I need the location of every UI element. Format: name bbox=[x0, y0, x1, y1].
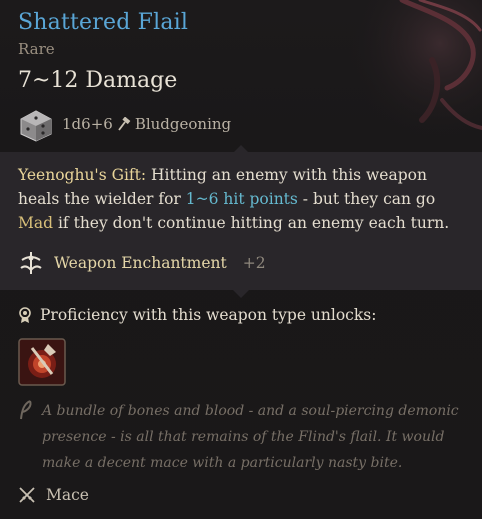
proficiency-action-icon[interactable] bbox=[18, 338, 66, 386]
weapon-type-row: Mace bbox=[18, 486, 89, 504]
damage-dice: 1d6+6 bbox=[62, 115, 113, 133]
damage-summary: 7~12 Damage bbox=[18, 68, 178, 93]
enchantment-bonus: +2 bbox=[242, 254, 266, 272]
damage-detail: 1d6+6 Bludgeoning bbox=[62, 115, 231, 133]
crossed-swords-icon bbox=[19, 487, 35, 503]
flavor-text: A bundle of bones and blood - and a soul… bbox=[42, 403, 459, 471]
enchantment-label: Weapon Enchantment bbox=[54, 254, 227, 272]
passive-text-2: - but they can go bbox=[297, 190, 436, 208]
weapon-type: Mace bbox=[46, 486, 89, 504]
weapon-enchantment-row[interactable]: Weapon Enchantment +2 bbox=[18, 250, 266, 276]
heal-amount[interactable]: 1~6 hit points bbox=[186, 190, 298, 208]
flavor-text-block: A bundle of bones and blood - and a soul… bbox=[18, 398, 468, 476]
proficiency-heading-row: Proficiency with this weapon type unlock… bbox=[18, 306, 376, 324]
hammer-icon bbox=[118, 117, 131, 131]
panel-notch-bottom bbox=[233, 290, 249, 298]
quill-icon bbox=[20, 400, 32, 420]
passive-name: Yeenoghu's Gift: bbox=[18, 166, 147, 184]
d6-die-icon bbox=[20, 110, 52, 142]
damage-type: Bludgeoning bbox=[134, 115, 232, 133]
weapon-artwork bbox=[342, 0, 482, 145]
item-tooltip: Shattered Flail Rare 7~12 Damage 1d6+6 B… bbox=[0, 0, 482, 519]
medal-icon bbox=[19, 307, 31, 323]
mad-condition[interactable]: Mad bbox=[18, 214, 53, 232]
item-rarity: Rare bbox=[18, 40, 55, 58]
passive-text-3: if they don't continue hitting an enemy … bbox=[53, 214, 450, 232]
passive-description: Yeenoghu's Gift: Hitting an enemy with t… bbox=[18, 163, 468, 235]
proficiency-heading: Proficiency with this weapon type unlock… bbox=[40, 306, 377, 324]
item-name: Shattered Flail bbox=[18, 10, 189, 35]
enchantment-icon bbox=[20, 252, 42, 274]
